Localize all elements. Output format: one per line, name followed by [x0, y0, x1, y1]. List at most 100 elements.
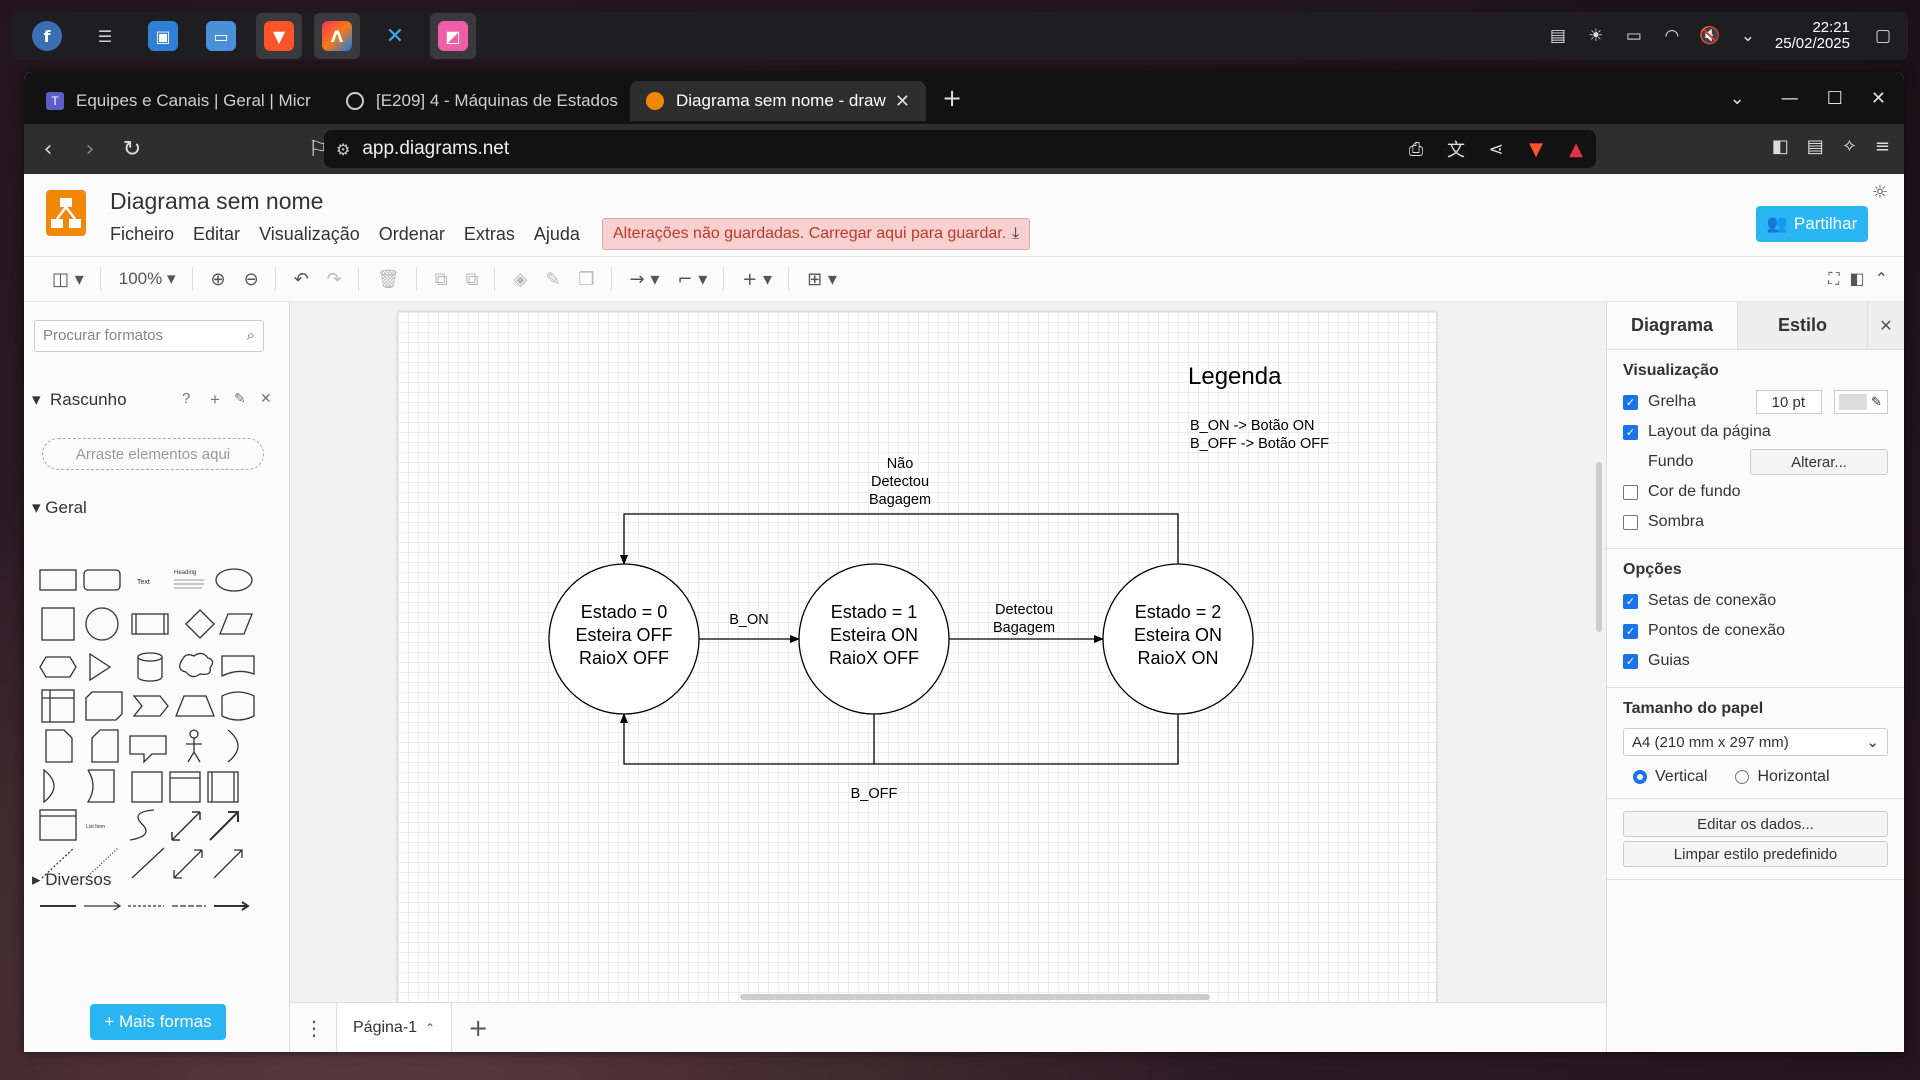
diagram-page[interactable]: Legenda B_ON -> Botão ON B_OFF -> Botão …: [398, 312, 1436, 1002]
edge-label-detected-2[interactable]: Bagagem: [993, 620, 1055, 636]
share-icon[interactable]: ⋖: [1476, 139, 1516, 160]
clock[interactable]: 22:21 25/02/2025: [1775, 20, 1850, 52]
horizontal-scrollbar[interactable]: [740, 994, 1210, 1000]
add-icon[interactable]: +: [210, 390, 220, 410]
wifi-icon[interactable]: ◠: [1661, 25, 1683, 47]
edit-data-button[interactable]: Editar os dados...: [1623, 811, 1888, 837]
state-1-node[interactable]: Estado = 1 Esteira ON RaioX OFF: [798, 563, 950, 715]
connection-style-icon[interactable]: → ▾: [630, 269, 660, 290]
to-back-icon[interactable]: ⧉: [466, 269, 479, 290]
diagram-canvas[interactable]: Legenda B_ON -> Botão ON B_OFF -> Botão …: [290, 302, 1606, 1002]
state-2-node[interactable]: Estado = 2 Esteira ON RaioX ON: [1102, 563, 1254, 715]
taskbar-files[interactable]: ▭: [198, 13, 244, 59]
guides-checkbox[interactable]: ✓: [1623, 653, 1638, 669]
sidebar-toggle-icon[interactable]: ◧: [1772, 136, 1789, 157]
volume-muted-icon[interactable]: 🔇: [1699, 25, 1721, 47]
state-0-node[interactable]: Estado = 0 Esteira OFF RaioX OFF: [548, 563, 700, 715]
install-app-icon[interactable]: ⎙: [1396, 139, 1436, 160]
redo-icon[interactable]: ↷: [327, 269, 342, 290]
collapse-icon[interactable]: ⌃: [1875, 269, 1888, 289]
zoom-in-icon[interactable]: ⊕: [211, 269, 226, 290]
battery-icon[interactable]: ▭: [1623, 25, 1645, 47]
undo-icon[interactable]: ↶: [294, 269, 309, 290]
tab-style[interactable]: Estilo: [1737, 302, 1867, 349]
bg-color-checkbox[interactable]: [1623, 484, 1638, 500]
page-tab[interactable]: Página-1 ⌃: [336, 1002, 453, 1052]
brightness-icon[interactable]: ☀: [1585, 25, 1607, 47]
menu-edit[interactable]: Editar: [193, 224, 240, 245]
waypoints-icon[interactable]: ⌐ ▾: [677, 269, 707, 290]
share-button[interactable]: 👥 Partilhar: [1756, 206, 1868, 242]
translate-icon[interactable]: 文: [1436, 136, 1476, 162]
clear-style-button[interactable]: Limpar estilo predefinido: [1623, 841, 1888, 867]
shadow-icon[interactable]: ❐: [578, 269, 594, 290]
tab-diagram[interactable]: Diagrama: [1607, 302, 1737, 349]
scratchpad-dropzone[interactable]: Arraste elementos aqui: [42, 438, 264, 470]
taskbar-store[interactable]: ▣: [140, 13, 186, 59]
back-icon[interactable]: ‹: [30, 137, 66, 162]
theme-icon[interactable]: ☼: [1872, 182, 1888, 203]
brave-rewards-icon[interactable]: ▲: [1556, 139, 1596, 160]
to-front-icon[interactable]: ⧉: [435, 269, 448, 290]
change-background-button[interactable]: Alterar...: [1750, 449, 1888, 475]
wallet-icon[interactable]: ▤: [1807, 136, 1824, 157]
paper-size-select[interactable]: A4 (210 mm x 297 mm) ⌄: [1623, 728, 1888, 756]
clipboard-icon[interactable]: ▤: [1547, 25, 1569, 47]
tab-drawio[interactable]: Diagrama sem nome - draw ✕: [630, 81, 926, 121]
browser-menu-icon[interactable]: ≡: [1875, 136, 1890, 157]
window-close-icon[interactable]: ✕: [1871, 88, 1886, 109]
taskbar-screenshot[interactable]: ◩: [430, 13, 476, 59]
edge-label-no-detect-1[interactable]: Não: [887, 456, 914, 472]
taskbar-intellij[interactable]: Λ: [314, 13, 360, 59]
tab-teams[interactable]: T Equipes e Canais | Geral | Micr: [30, 81, 330, 121]
table-icon[interactable]: ⊞ ▾: [807, 269, 837, 290]
general-header[interactable]: ▾ Geral: [32, 498, 87, 518]
unsaved-changes-banner[interactable]: Alterações não guardadas. Carregar aqui …: [602, 218, 1031, 250]
close-tab-icon[interactable]: ✕: [895, 91, 910, 112]
new-tab-icon[interactable]: +: [942, 84, 962, 112]
shadow-checkbox[interactable]: [1623, 514, 1638, 530]
legend[interactable]: Legenda B_ON -> Botão ON B_OFF -> Botão …: [1188, 363, 1329, 452]
edge-label-detected-1[interactable]: Detectou: [995, 602, 1053, 618]
fullscreen-icon[interactable]: ⛶: [1828, 269, 1839, 289]
address-bar[interactable]: ⚙ app.diagrams.net ⎙ 文 ⋖ ▼ ▲: [324, 130, 1596, 168]
landscape-radio[interactable]: [1735, 770, 1750, 784]
reload-icon[interactable]: ↻: [114, 137, 150, 162]
tab-search-icon[interactable]: ⌄: [1730, 88, 1745, 109]
vertical-scrollbar[interactable]: [1596, 462, 1602, 632]
edge-label-b-off[interactable]: B_OFF: [851, 786, 898, 802]
delete-icon[interactable]: 🗑: [377, 269, 400, 290]
maximize-icon[interactable]: ☐: [1827, 88, 1843, 109]
zoom-out-icon[interactable]: ⊖: [244, 269, 259, 290]
menu-arrange[interactable]: Ordenar: [379, 224, 445, 245]
menu-file[interactable]: Ficheiro: [110, 224, 174, 245]
leo-ai-icon[interactable]: ✧: [1842, 136, 1857, 157]
chevron-up-icon[interactable]: ⌃: [425, 1021, 435, 1035]
fedora-launcher[interactable]: f: [24, 13, 70, 59]
menu-view[interactable]: Visualização: [259, 224, 360, 245]
diagram-title[interactable]: Diagrama sem nome: [110, 188, 323, 215]
site-info-icon[interactable]: ⚙: [336, 140, 350, 159]
taskbar-settings[interactable]: ☰: [82, 13, 128, 59]
help-icon[interactable]: ?: [182, 390, 190, 407]
show-desktop-icon[interactable]: ▢: [1872, 25, 1894, 47]
page-layout-checkbox[interactable]: ✓: [1623, 424, 1638, 440]
edge-b-off-from-2[interactable]: [620, 713, 1179, 765]
taskbar-brave[interactable]: ▼: [256, 13, 302, 59]
search-icon[interactable]: ⌕: [247, 327, 255, 344]
panel-toggle-icon[interactable]: ◧: [1849, 269, 1864, 289]
misc-header[interactable]: ▸ Diversos: [32, 870, 111, 890]
forward-icon[interactable]: ›: [72, 137, 108, 162]
pages-menu-icon[interactable]: ⋮: [304, 1016, 324, 1040]
edit-icon[interactable]: ✎: [234, 390, 246, 407]
scratchpad-header[interactable]: ▾ Rascunho ? + ✎ ✕: [32, 390, 282, 410]
grid-size-input[interactable]: 10 pt: [1756, 390, 1822, 414]
tab-e209[interactable]: [E209] 4 - Máquinas de Estados: [330, 81, 630, 121]
line-color-icon[interactable]: ✎: [545, 269, 560, 290]
insert-icon[interactable]: + ▾: [742, 269, 772, 290]
close-panel-icon[interactable]: ✕: [1867, 302, 1904, 349]
edge-label-b-on[interactable]: B_ON: [729, 612, 769, 628]
minimize-icon[interactable]: —: [1781, 88, 1799, 109]
shape-search-input[interactable]: Procurar formatos ⌕: [34, 320, 264, 352]
chevron-down-icon[interactable]: ⌄: [1737, 25, 1759, 47]
